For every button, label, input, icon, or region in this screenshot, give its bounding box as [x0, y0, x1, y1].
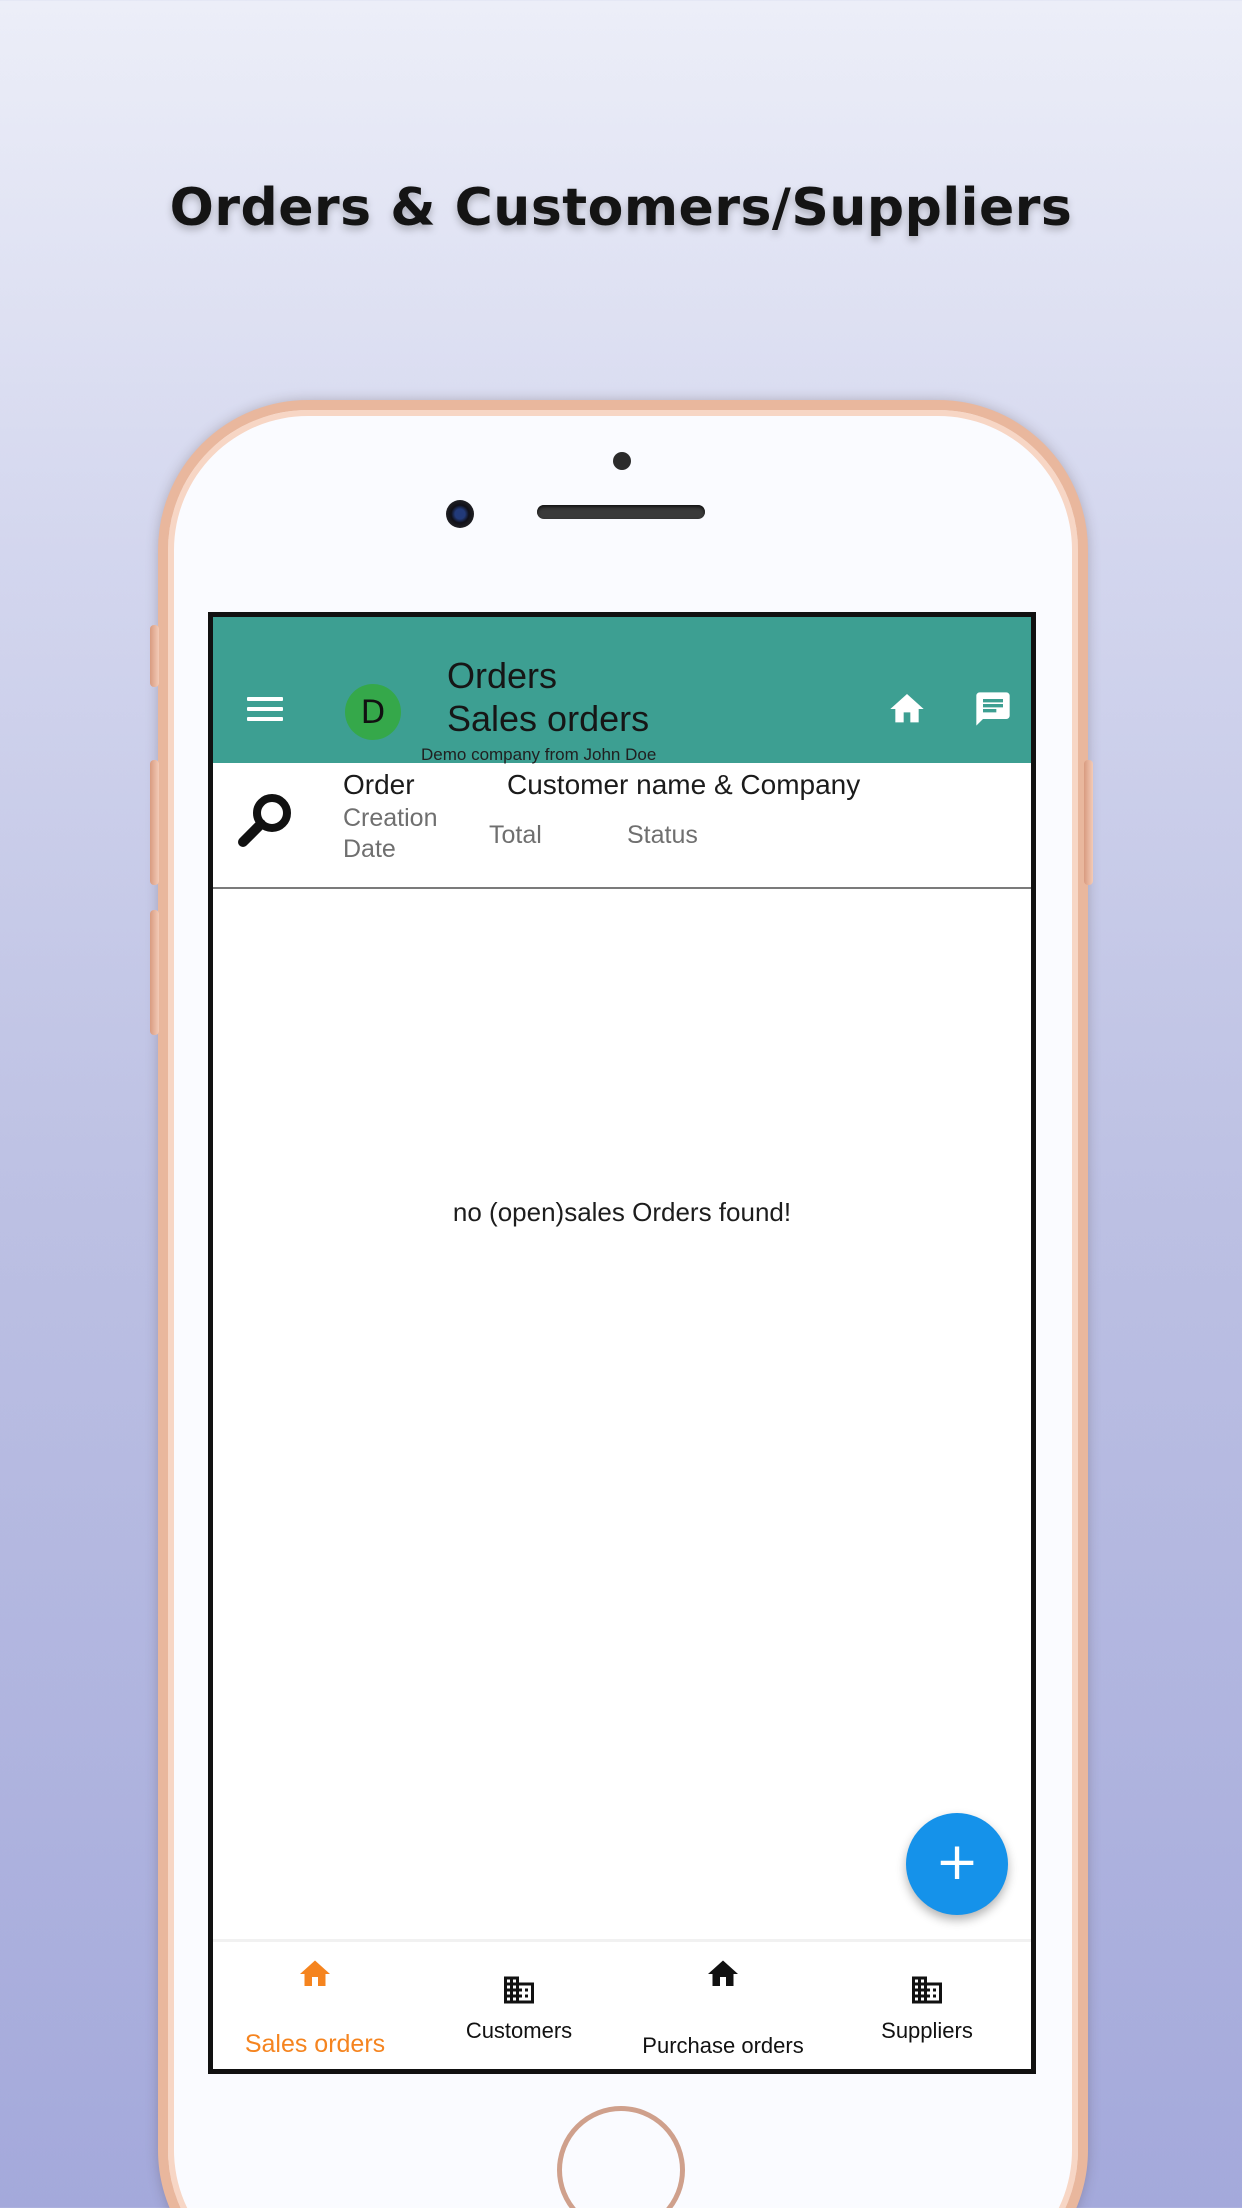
business-icon	[912, 1976, 942, 2004]
nav-item-suppliers[interactable]: Suppliers	[825, 1942, 1029, 2069]
column-customer: Customer name & Company	[507, 769, 861, 800]
nav-item-customers[interactable]: Customers	[417, 1942, 621, 2069]
page-subtitle: Sales orders	[447, 698, 650, 739]
page-title: Orders	[447, 655, 558, 696]
empty-state-message: no (open)sales Orders found!	[452, 1197, 792, 1227]
search-icon[interactable]	[235, 789, 297, 851]
company-avatar[interactable]: D	[345, 684, 401, 740]
column-creation-date: Creation Date	[343, 804, 438, 863]
add-order-button[interactable]: +	[906, 1813, 1008, 1915]
column-total: Total	[489, 821, 542, 849]
home-icon	[300, 1960, 330, 1986]
volume-down-button	[150, 910, 159, 1035]
home-icon[interactable]	[887, 689, 927, 729]
promo-headline: Orders & Customers/Suppliers	[169, 178, 1073, 238]
list-header: Order Creation Date Customer name & Comp…	[213, 763, 1031, 889]
column-status: Status	[627, 821, 698, 849]
company-name: Demo company from John Doe	[421, 745, 657, 764]
nav-label: Suppliers	[881, 2018, 973, 2043]
menu-icon[interactable]	[247, 697, 283, 723]
app-bar: D Orders Sales orders	[213, 617, 1031, 763]
app-screen: D Orders Sales orders Demo company from …	[208, 612, 1036, 2074]
front-camera	[446, 500, 474, 528]
nav-item-sales-orders[interactable]: Sales orders	[213, 1942, 417, 2069]
proximity-sensor	[613, 452, 631, 470]
bottom-navigation: Sales orders Customers Purchase orders S…	[213, 1939, 1031, 2069]
chat-icon[interactable]	[973, 689, 1013, 729]
power-button	[1084, 760, 1093, 885]
column-order: Order	[343, 769, 415, 800]
business-icon	[504, 1976, 534, 2004]
earpiece-speaker	[537, 505, 705, 519]
nav-label: Sales orders	[244, 2030, 386, 2058]
mute-switch	[150, 625, 159, 687]
nav-item-purchase-orders[interactable]: Purchase orders	[621, 1942, 825, 2069]
nav-label: Customers	[465, 2018, 573, 2043]
volume-up-button	[150, 760, 159, 885]
nav-label: Purchase orders	[642, 2033, 804, 2058]
home-icon	[708, 1960, 738, 1986]
